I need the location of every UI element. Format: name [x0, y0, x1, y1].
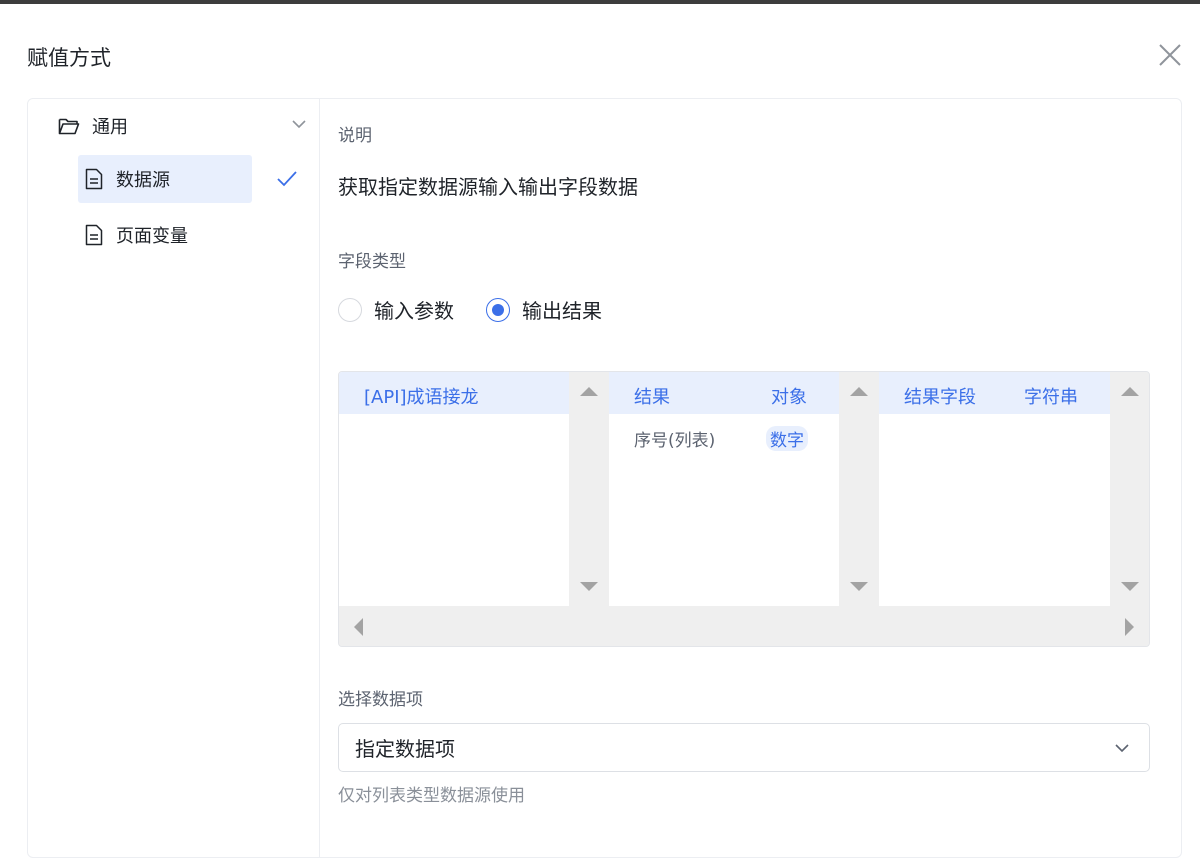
vertical-scrollbar[interactable]: [1110, 372, 1149, 606]
header-type-cell: 对象: [771, 387, 807, 408]
tree-item-datasource[interactable]: 数据源: [78, 155, 252, 203]
header-cell: 结果字段: [904, 387, 976, 408]
tree-item-label: 数据源: [116, 170, 170, 191]
cascader-column-2: 结果 对象 序号(列表) 数字: [609, 372, 839, 606]
header-cell: [API]成语接龙: [364, 387, 479, 408]
document-icon: [85, 224, 103, 246]
cascader-header[interactable]: [API]成语接龙: [339, 372, 569, 414]
scroll-down-icon[interactable]: [850, 582, 868, 591]
data-item-select[interactable]: 指定数据项: [338, 723, 1150, 772]
cascader-column-1: [API]成语接龙: [339, 372, 569, 606]
chevron-down-icon: [292, 120, 306, 129]
main-content: 说明 获取指定数据源输入输出字段数据 字段类型 输入参数 输出结果 [API]成…: [338, 99, 1181, 857]
tree-group-general[interactable]: 通用: [58, 111, 308, 141]
type-badge: 数字: [766, 426, 808, 451]
description-text: 获取指定数据源输入输出字段数据: [338, 175, 638, 199]
field-cascader: [API]成语接龙 结果 对象 序号(列表) 数字 结果字段 字符串: [338, 371, 1150, 647]
radio-circle: [338, 297, 362, 322]
radio-label: 输出结果: [522, 299, 602, 323]
scroll-down-icon[interactable]: [1121, 582, 1139, 591]
close-icon: [1159, 44, 1181, 66]
chevron-down-icon: [1115, 744, 1129, 753]
select-hint: 仅对列表类型数据源使用: [338, 786, 525, 806]
header-cell: 结果: [634, 387, 670, 408]
tree-item-label: 页面变量: [116, 226, 188, 247]
dialog-title: 赋值方式: [27, 46, 111, 70]
scroll-up-icon[interactable]: [580, 387, 598, 396]
radio-output-results[interactable]: 输出结果: [486, 295, 602, 324]
scroll-down-icon[interactable]: [580, 582, 598, 591]
document-icon: [85, 168, 103, 190]
row-name-cell[interactable]: 序号(列表): [634, 426, 715, 451]
folder-open-icon: [58, 118, 80, 135]
cascader-header[interactable]: 结果 对象: [609, 372, 839, 414]
select-label: 选择数据项: [338, 690, 423, 710]
radio-label: 输入参数: [374, 299, 454, 323]
cascader-header[interactable]: 结果字段 字符串: [879, 372, 1110, 414]
close-button[interactable]: [1155, 40, 1185, 70]
select-value: 指定数据项: [355, 737, 455, 761]
horizontal-scrollbar[interactable]: [339, 606, 1149, 646]
tree-group-label: 通用: [92, 117, 128, 138]
radio-circle: [486, 297, 510, 322]
check-icon: [277, 171, 297, 187]
vertical-scrollbar[interactable]: [569, 372, 609, 606]
header-type-cell: 字符串: [1024, 387, 1078, 408]
scroll-up-icon[interactable]: [850, 387, 868, 396]
vertical-scrollbar[interactable]: [839, 372, 879, 606]
assignment-panel: 通用 数据源 页面变量 说明 获取指定数据源输入输出字段数据 字段类型 输入参数…: [27, 98, 1182, 858]
cascader-column-3: 结果字段 字符串: [879, 372, 1110, 606]
sidebar: 通用 数据源 页面变量: [28, 99, 320, 857]
field-type-label: 字段类型: [338, 252, 406, 272]
radio-input-params[interactable]: 输入参数: [338, 295, 454, 324]
scroll-up-icon[interactable]: [1121, 387, 1139, 396]
top-window-strip: [0, 0, 1200, 4]
scroll-right-icon[interactable]: [1125, 618, 1134, 636]
description-label: 说明: [338, 126, 372, 146]
tree-item-page-variable[interactable]: 页面变量: [78, 211, 252, 259]
scroll-left-icon[interactable]: [354, 618, 363, 636]
